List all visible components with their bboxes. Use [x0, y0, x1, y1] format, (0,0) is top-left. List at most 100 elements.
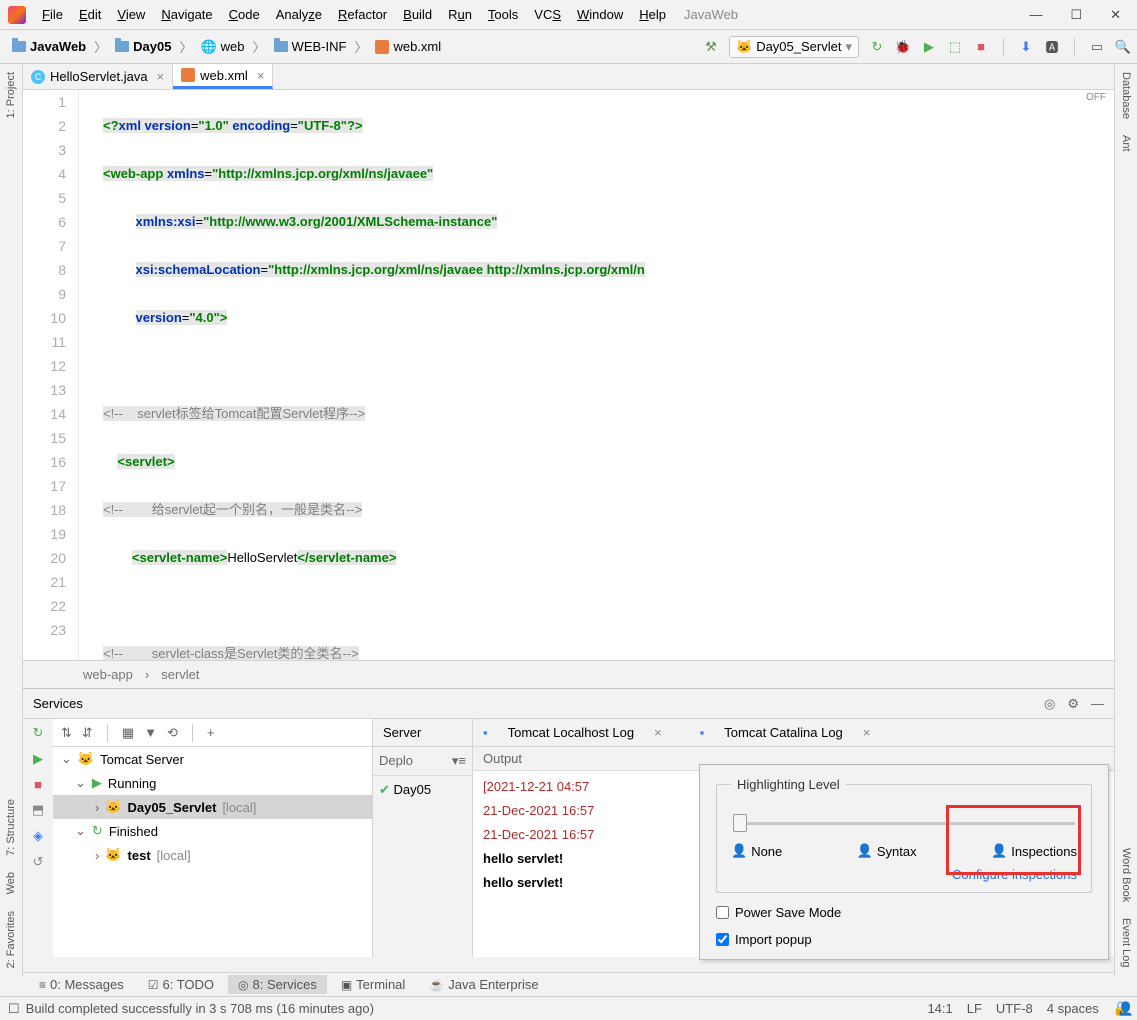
hide-icon[interactable]: — [1091, 696, 1104, 712]
close-icon[interactable]: ✕ [1110, 7, 1121, 23]
tab-wordbook[interactable]: Word Book [1117, 840, 1135, 910]
services-tree[interactable]: ⇅ ⇵ ▦ ▼ ⟲ + ⌄🐱Tomcat Server ⌄▶Running ›🐱… [53, 719, 373, 957]
editor-tab-helloservlet[interactable]: C HelloServlet.java × [23, 64, 173, 89]
tab-terminal[interactable]: ▣ Terminal [331, 975, 415, 994]
crumb-item[interactable]: servlet [161, 667, 199, 682]
code-content[interactable]: <?xml version="1.0" encoding="UTF-8"?> <… [99, 90, 1114, 660]
close-tab-icon[interactable]: × [157, 69, 165, 84]
tab-favorites[interactable]: 2: Favorites [2, 903, 20, 976]
slider-syntax[interactable]: 👤 Syntax [857, 843, 917, 859]
debug-icon[interactable]: 🐞 [895, 39, 911, 55]
highlight-slider[interactable] [733, 822, 1075, 825]
menu-code[interactable]: Code [221, 7, 268, 22]
attach-icon[interactable]: ⬚ [947, 39, 963, 55]
stop-icon[interactable]: ■ [973, 39, 989, 55]
slider-none[interactable]: 👤 None [731, 843, 782, 859]
code-editor[interactable]: 1234567891011121314151617181920212223 <?… [23, 90, 1114, 660]
expand-icon[interactable]: ⇅ [61, 725, 72, 741]
configure-inspections-link[interactable]: Configure inspections [731, 867, 1077, 882]
breadcrumb[interactable]: JavaWeb 〉 Day05 〉 🌐web 〉 WEB-INF 〉 web.x… [6, 37, 447, 57]
highlight-level-popup[interactable]: Highlighting Level 👤 None 👤 Syntax 👤 Ins… [699, 764, 1109, 960]
gear-icon[interactable]: ⚙ [1067, 696, 1079, 712]
services-title: Services [33, 696, 83, 711]
run-icon[interactable]: ↻ [869, 39, 885, 55]
add-icon[interactable]: + [207, 725, 215, 740]
minimize-icon[interactable]: — [1029, 7, 1042, 23]
tree-node-day05[interactable]: ›🐱Day05_Servlet [local] [53, 795, 372, 819]
translate-icon[interactable]: 🅰 [1044, 39, 1060, 55]
services-tab-catalina[interactable]: Tomcat Catalina Log [724, 725, 843, 740]
tab-project[interactable]: 1: Project [2, 64, 20, 126]
hammer-icon[interactable]: ⚒ [703, 39, 719, 55]
tab-messages[interactable]: ≡ 0: Messages [29, 975, 134, 994]
collapse-icon[interactable]: ⇵ [82, 725, 93, 741]
editor-crumb-bar[interactable]: web-app › servlet [23, 660, 1114, 688]
indent-setting[interactable]: 4 spaces [1047, 1001, 1099, 1016]
menu-help[interactable]: Help [631, 7, 674, 22]
menu-edit[interactable]: Edit [71, 7, 109, 22]
crumb-item[interactable]: web-app [83, 667, 133, 682]
menu-vcs[interactable]: VCS [526, 7, 569, 22]
menu-run[interactable]: Run [440, 7, 480, 22]
tab-web[interactable]: Web [2, 864, 20, 902]
run-config-selector[interactable]: 🐱 Day05_Servlet ▾ [729, 36, 859, 58]
right-tool-gutter: Database Ant Word Book Event Log [1114, 64, 1137, 976]
tab-java-enterprise[interactable]: ☕ Java Enterprise [419, 975, 548, 994]
reload-icon[interactable]: ↺ [33, 854, 44, 870]
search-icon[interactable]: 🔍 [1115, 39, 1131, 55]
stop-icon[interactable]: ■ [34, 777, 42, 792]
powersave-checkbox[interactable]: Power Save Mode [716, 905, 1092, 920]
menu-tools[interactable]: Tools [480, 7, 526, 22]
tree-node-finished[interactable]: ⌄↻Finished [53, 819, 372, 843]
deploy-item[interactable]: Day05 [394, 782, 432, 797]
close-tab-icon[interactable]: × [257, 68, 265, 83]
tab-ant[interactable]: Ant [1117, 127, 1135, 160]
tree-node-tomcat[interactable]: ⌄🐱Tomcat Server [53, 747, 372, 771]
filter-icon[interactable]: ▼ [144, 725, 157, 740]
run-icon[interactable]: ▶ [33, 751, 43, 767]
services-tab-localhost[interactable]: Tomcat Localhost Log [508, 725, 634, 740]
update-icon[interactable]: ⬇ [1018, 39, 1034, 55]
tab-database[interactable]: Database [1117, 64, 1135, 127]
coverage-icon[interactable]: ▶ [921, 39, 937, 55]
inspector-icon[interactable]: 👤 [1115, 998, 1137, 1020]
breadcrumb-item[interactable]: web.xml [393, 39, 441, 54]
tab-todo[interactable]: ☑ 6: TODO [138, 975, 224, 994]
menu-view[interactable]: View [109, 7, 153, 22]
tab-eventlog[interactable]: Event Log [1117, 910, 1135, 976]
menu-refactor[interactable]: Refactor [330, 7, 395, 22]
breadcrumb-item[interactable]: JavaWeb [30, 39, 86, 54]
menu-build[interactable]: Build [395, 7, 440, 22]
editor-tab-webxml[interactable]: web.xml × [173, 64, 273, 89]
folder-icon [274, 41, 288, 52]
services-options-icon[interactable]: ◎ [1044, 696, 1055, 712]
inspection-indicator[interactable]: OFF [1086, 92, 1106, 103]
import-popup-checkbox[interactable]: Import popup [716, 932, 1092, 947]
dump-icon[interactable]: ⬒ [32, 802, 44, 818]
breadcrumb-item[interactable]: WEB-INF [292, 39, 347, 54]
line-separator[interactable]: LF [967, 1001, 982, 1016]
menu-analyze[interactable]: Analyze [268, 7, 330, 22]
presentation-icon[interactable]: ▭ [1089, 39, 1105, 55]
breadcrumb-item[interactable]: web [221, 39, 245, 54]
fold-gutter[interactable] [79, 90, 99, 660]
tab-services[interactable]: ◎ 8: Services [228, 975, 327, 994]
intellij-logo-icon [8, 6, 26, 24]
breadcrumb-item[interactable]: Day05 [133, 39, 171, 54]
tab-structure[interactable]: 7: Structure [2, 791, 20, 864]
rerun-icon[interactable]: ↻ [33, 725, 44, 741]
slider-inspections[interactable]: 👤 Inspections [991, 843, 1077, 859]
file-encoding[interactable]: UTF-8 [996, 1001, 1033, 1016]
tree-node-test[interactable]: ›🐱test [local] [53, 843, 372, 867]
menu-window[interactable]: Window [569, 7, 631, 22]
group-icon[interactable]: ⟲ [167, 725, 178, 741]
cursor-position[interactable]: 14:1 [927, 1001, 952, 1016]
filter-icon[interactable]: ◈ [33, 828, 43, 844]
tree-node-running[interactable]: ⌄▶Running [53, 771, 372, 795]
grid-icon[interactable]: ▦ [122, 725, 134, 741]
services-tab-server[interactable]: Server [383, 725, 421, 740]
maximize-icon[interactable]: ☐ [1070, 7, 1082, 23]
status-bar: ☐ Build completed successfully in 3 s 70… [0, 996, 1137, 1020]
menu-navigate[interactable]: Navigate [153, 7, 220, 22]
menu-file[interactable]: File [34, 7, 71, 22]
